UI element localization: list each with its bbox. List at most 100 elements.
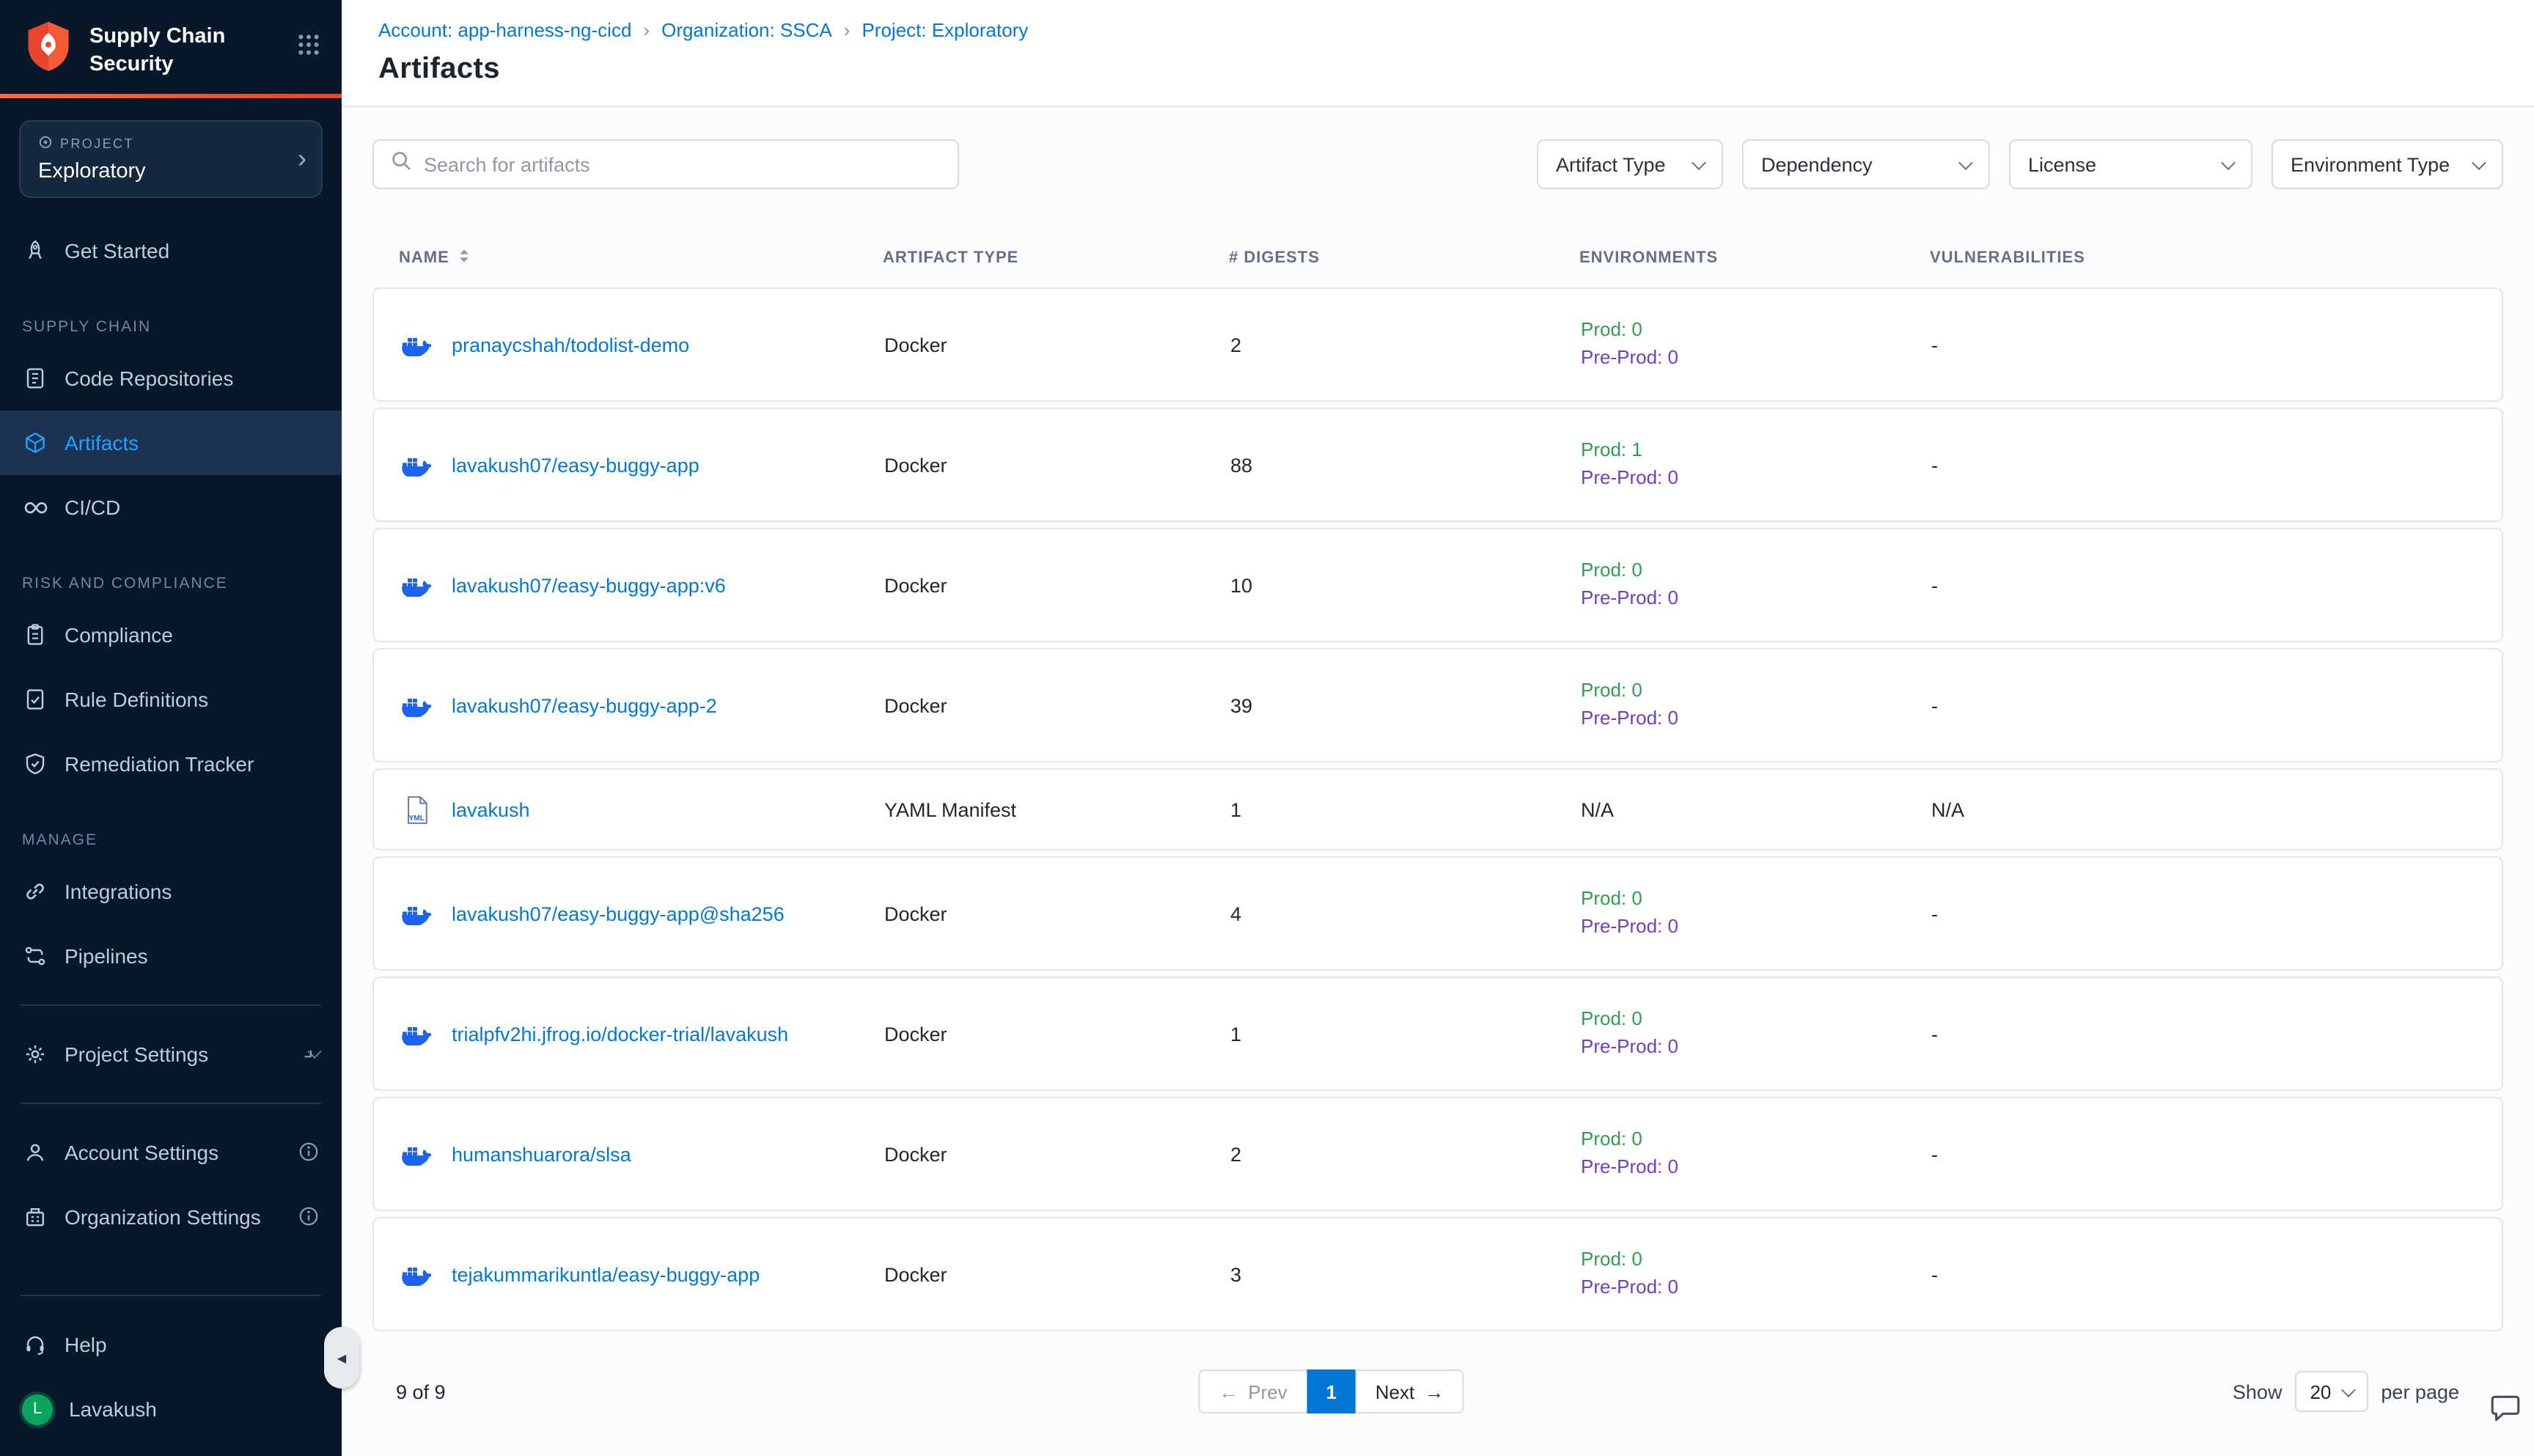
artifact-name-link[interactable]: trialpfv2hi.jfrog.io/docker-trial/lavaku… <box>452 1023 788 1045</box>
column-header-name[interactable]: NAME <box>399 248 883 268</box>
sidebar-item-code-repositories[interactable]: Code Repositories <box>0 345 342 410</box>
sidebar-item-organization-settings[interactable]: Organization Settings <box>0 1184 342 1249</box>
environments-value: N/A <box>1581 798 1614 820</box>
sidebar-item-pipelines[interactable]: Pipelines <box>0 923 342 988</box>
sidebar-item-label: Rule Definitions <box>65 687 208 710</box>
sidebar-item-project-settings[interactable]: Project Settings› <box>0 1021 342 1086</box>
avatar: L <box>22 1394 53 1424</box>
prev-page-button[interactable]: ←Prev <box>1198 1369 1307 1413</box>
next-page-button[interactable]: Next→ <box>1355 1369 1464 1413</box>
divider <box>21 1102 321 1103</box>
artifact-name-link[interactable]: pranaycshah/todolist-demo <box>452 334 689 356</box>
preprod-env-link[interactable]: Pre-Prod: 0 <box>1581 913 1931 941</box>
user-menu[interactable]: L Lavakush <box>0 1377 342 1441</box>
sidebar-item-compliance[interactable]: Compliance <box>0 602 342 666</box>
building-icon <box>22 1205 48 1228</box>
link-icon <box>22 879 48 902</box>
search-icon <box>390 150 412 179</box>
preprod-env-link[interactable]: Pre-Prod: 0 <box>1581 345 1931 372</box>
artifact-name-link[interactable]: humanshuarora/slsa <box>452 1143 631 1165</box>
sidebar-footer: Help L Lavakush <box>0 1279 342 1456</box>
prod-env-link[interactable]: Prod: 0 <box>1581 886 1931 913</box>
prod-env-link[interactable]: Prod: 1 <box>1581 437 1931 465</box>
search-box <box>372 139 959 189</box>
app-title: Supply Chain Security <box>89 19 283 78</box>
breadcrumb-link[interactable]: Organization: SSCA <box>661 19 832 41</box>
digests-cell: 39 <box>1230 694 1581 716</box>
vulnerabilities-cell: N/A <box>1931 798 2475 820</box>
prod-env-link[interactable]: Prod: 0 <box>1581 317 1931 345</box>
info-icon[interactable] <box>298 1141 320 1163</box>
prod-env-link[interactable]: Prod: 0 <box>1581 1246 1931 1274</box>
sidebar-item-get-started[interactable]: Get Started <box>0 218 342 282</box>
preprod-env-link[interactable]: Pre-Prod: 0 <box>1581 465 1931 493</box>
artifact-name-link[interactable]: lavakush07/easy-buggy-app-2 <box>452 694 717 716</box>
table-row: lavakush07/easy-buggy-appDocker88Prod: 1… <box>372 408 2503 522</box>
user-name: Lavakush <box>69 1397 157 1421</box>
sidebar-item-label: Artifacts <box>65 430 139 454</box>
apps-grid-icon[interactable] <box>296 32 321 65</box>
gear-icon <box>22 1042 48 1065</box>
preprod-env-link[interactable]: Pre-Prod: 0 <box>1581 1034 1931 1062</box>
breadcrumb-link[interactable]: Account: app-harness-ng-cicd <box>378 19 631 41</box>
svg-text:YML: YML <box>408 814 424 822</box>
package-icon <box>22 430 48 454</box>
nav-section-label: RISK AND COMPLIANCE <box>0 539 342 602</box>
preprod-env-link[interactable]: Pre-Prod: 0 <box>1581 1274 1931 1302</box>
sidebar-item-help[interactable]: Help <box>0 1312 342 1377</box>
prod-env-link[interactable]: Prod: 0 <box>1581 557 1931 585</box>
breadcrumb-link[interactable]: Project: Exploratory <box>862 19 1028 41</box>
arrow-right-icon: → <box>1425 1380 1444 1402</box>
sidebar-collapse-handle[interactable]: ◀ <box>324 1327 359 1389</box>
user-icon <box>22 1140 48 1163</box>
sidebar-item-rule-definitions[interactable]: Rule Definitions <box>0 666 342 731</box>
preprod-env-link[interactable]: Pre-Prod: 0 <box>1581 585 1931 613</box>
sidebar-item-label: Get Started <box>65 238 169 262</box>
project-selector[interactable]: PROJECT Exploratory › <box>19 120 323 197</box>
divider <box>21 1295 321 1296</box>
sidebar-item-ci-cd[interactable]: CI/CD <box>0 474 342 539</box>
chevron-down-icon <box>1958 155 1973 169</box>
table-row: trialpfv2hi.jfrog.io/docker-trial/lavaku… <box>372 977 2503 1091</box>
filter-license[interactable]: License <box>2009 139 2252 189</box>
prod-env-link[interactable]: Prod: 0 <box>1581 1126 1931 1154</box>
toolbar: Artifact Type Dependency License Environmen… <box>372 139 2503 189</box>
artifact-name-link[interactable]: lavakush07/easy-buggy-app:v6 <box>452 574 726 596</box>
sort-icon[interactable] <box>457 248 473 268</box>
prod-env-link[interactable]: Prod: 0 <box>1581 677 1931 705</box>
vulnerabilities-cell: - <box>1931 1023 2475 1045</box>
docker-icon <box>400 694 433 716</box>
artifact-name-link[interactable]: lavakush07/easy-buggy-app <box>452 454 699 476</box>
filter-environment-type[interactable]: Environment Type <box>2272 139 2503 189</box>
chat-bubble-icon[interactable] <box>2489 1391 2522 1433</box>
digests-cell: 4 <box>1230 902 1581 924</box>
column-label: VULNERABILITIES <box>1930 249 2085 267</box>
filter-dependency[interactable]: Dependency <box>1742 139 1990 189</box>
artifact-name-link[interactable]: tejakummarikuntla/easy-buggy-app <box>452 1263 760 1285</box>
docker-icon <box>400 1263 433 1285</box>
prod-env-link[interactable]: Prod: 0 <box>1581 1006 1931 1034</box>
page-1-button[interactable]: 1 <box>1307 1369 1356 1413</box>
sidebar-item-remediation-tracker[interactable]: Remediation Tracker <box>0 731 342 795</box>
sidebar-item-artifacts[interactable]: Artifacts <box>0 410 342 474</box>
arrow-left-icon: ← <box>1219 1380 1238 1402</box>
page-size-select[interactable]: 20 <box>2295 1371 2368 1412</box>
filter-group: Artifact Type Dependency License Environmen… <box>1537 139 2503 189</box>
chevron-down-icon <box>2341 1382 2356 1397</box>
pagination: ←Prev 1 Next→ <box>1198 1369 1464 1413</box>
artifact-type-cell: Docker <box>884 334 1230 356</box>
sidebar-item-account-settings[interactable]: Account Settings <box>0 1119 342 1184</box>
preprod-env-link[interactable]: Pre-Prod: 0 <box>1581 1154 1931 1182</box>
artifact-name-link[interactable]: lavakush <box>452 798 530 820</box>
page-size-control: Show 20 per page <box>2233 1371 2503 1412</box>
preprod-env-link[interactable]: Pre-Prod: 0 <box>1581 705 1931 733</box>
vulnerabilities-cell: - <box>1931 1143 2475 1165</box>
table-row: lavakush07/easy-buggy-app@sha256Docker4P… <box>372 856 2503 971</box>
artifact-name-link[interactable]: lavakush07/easy-buggy-app@sha256 <box>452 902 785 924</box>
sidebar-item-label: Organization Settings <box>65 1205 261 1228</box>
sidebar-item-label: Compliance <box>65 622 173 646</box>
info-icon[interactable] <box>298 1205 320 1227</box>
search-input[interactable] <box>424 153 941 175</box>
filter-artifact-type[interactable]: Artifact Type <box>1537 139 1723 189</box>
sidebar-item-integrations[interactable]: Integrations <box>0 858 342 923</box>
